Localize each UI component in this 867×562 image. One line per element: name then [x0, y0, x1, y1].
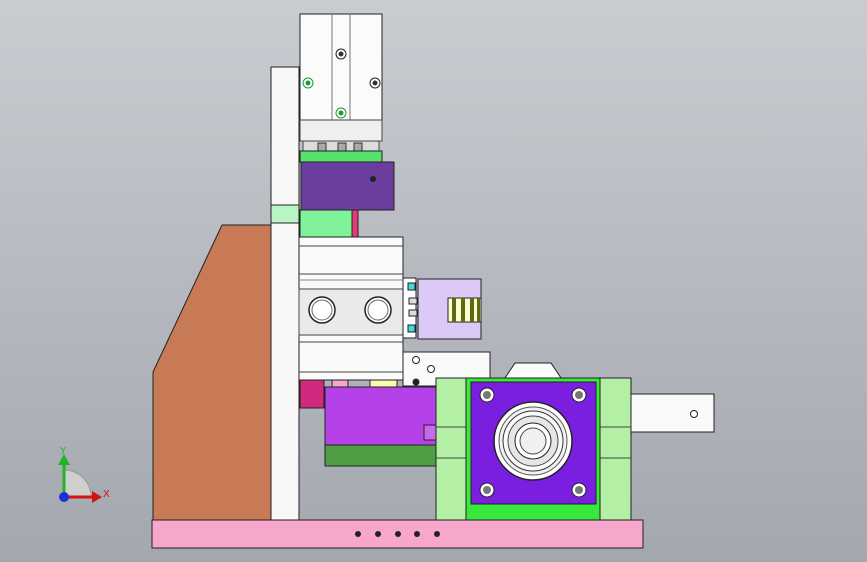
right-arm[interactable]: [630, 393, 715, 433]
cad-viewport[interactable]: Y X: [0, 0, 867, 562]
triad-origin-icon: [59, 492, 69, 502]
brown-bracket[interactable]: [152, 224, 273, 521]
purple-slider-block[interactable]: [300, 161, 395, 211]
green-spacer-block[interactable]: [299, 209, 353, 238]
purple-lower-block[interactable]: [324, 386, 438, 446]
hex-nut[interactable]: [504, 362, 562, 379]
column-green-strip: [270, 204, 300, 224]
green-lower-block[interactable]: [324, 444, 438, 467]
triad-arc-icon: [63, 469, 92, 498]
triad-y-label: Y: [59, 446, 67, 457]
coordinate-triad: Y X: [58, 446, 110, 503]
assembly-drawing: Y X: [58, 13, 715, 549]
triad-x-label: X: [103, 489, 110, 500]
vertical-column[interactable]: [270, 66, 300, 521]
